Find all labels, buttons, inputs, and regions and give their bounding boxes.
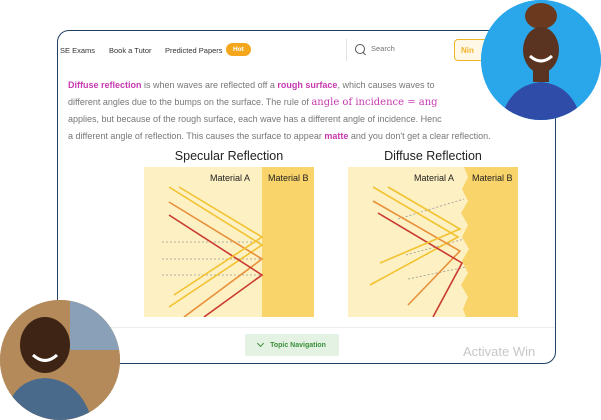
text-fragment: , which causes waves to bbox=[337, 80, 435, 90]
text-fragment: is when waves are reflected off a bbox=[141, 80, 278, 90]
text-line-1: Diffuse reflection is when waves are ref… bbox=[68, 77, 555, 94]
text-fragment: applies, but because of the rough surfac… bbox=[68, 114, 442, 124]
app-window: SE Exams Book a Tutor Predicted Papers H… bbox=[57, 30, 556, 364]
nav-item-predicted-papers[interactable]: Predicted Papers bbox=[165, 46, 223, 55]
child-avatar bbox=[0, 300, 120, 420]
material-b-region bbox=[461, 167, 518, 317]
topic-navigation-label: Topic Navigation bbox=[270, 341, 326, 349]
woman-avatar bbox=[481, 0, 601, 120]
text-fragment: different angles due to the bumps on the… bbox=[68, 96, 312, 107]
material-b-region bbox=[262, 167, 314, 317]
material-a-label: Material A bbox=[210, 173, 250, 183]
nav-item-exams[interactable]: SE Exams bbox=[60, 46, 95, 55]
material-b-label: Material B bbox=[472, 173, 513, 183]
text-line-2: different angles due to the bumps on the… bbox=[68, 94, 555, 112]
hot-badge: Hot bbox=[226, 43, 251, 56]
topic-navigation-button[interactable]: Topic Navigation bbox=[245, 334, 339, 356]
specular-title: Specular Reflection bbox=[174, 149, 284, 163]
text-line-3: applies, but because of the rough surfac… bbox=[68, 111, 555, 128]
specular-illustration: Material A Material B bbox=[144, 167, 314, 317]
diffuse-title: Diffuse Reflection bbox=[384, 149, 482, 163]
woman-avatar-illustration bbox=[481, 0, 601, 120]
search-icon bbox=[355, 44, 365, 54]
material-b-label: Material B bbox=[268, 173, 309, 183]
term-rough-surface: rough surface bbox=[277, 80, 338, 90]
text-fragment: a different angle of reflection. This ca… bbox=[68, 130, 325, 141]
explanation-text: Diffuse reflection is when waves are ref… bbox=[68, 77, 555, 145]
text-line-4: a different angle of reflection. This ca… bbox=[68, 128, 555, 145]
search-box[interactable] bbox=[346, 39, 467, 61]
math-expression: angle of incidence = ang bbox=[311, 96, 438, 108]
material-a-label: Material A bbox=[414, 173, 454, 183]
search-input[interactable] bbox=[369, 43, 463, 54]
term-diffuse-reflection: Diffuse reflection bbox=[68, 80, 142, 90]
activate-windows-watermark: Activate Win bbox=[463, 344, 536, 359]
chevron-down-icon bbox=[257, 339, 265, 348]
diffuse-illustration: Material A Material B bbox=[348, 167, 518, 317]
nav-item-book-tutor[interactable]: Book a Tutor bbox=[109, 46, 152, 55]
text-fragment: and you don't get a clear reflection. bbox=[348, 130, 491, 141]
term-matte: matte bbox=[324, 130, 349, 141]
divider bbox=[58, 327, 555, 328]
child-avatar-illustration bbox=[0, 300, 120, 420]
